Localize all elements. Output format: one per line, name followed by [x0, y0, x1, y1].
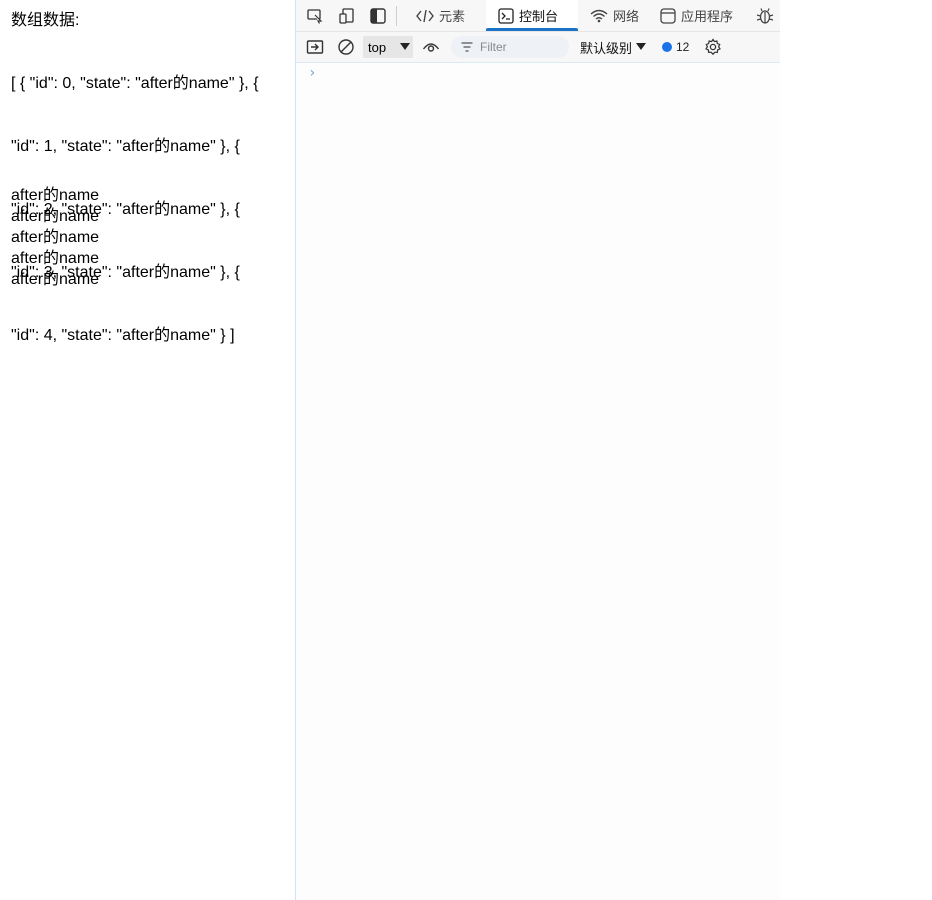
wifi-icon [590, 9, 608, 22]
tab-separator [396, 6, 397, 26]
tab-console[interactable]: 控制台 [486, 0, 578, 31]
list-item: after的name [11, 250, 100, 267]
json-line: [ { "id": 0, "state": "after的name" }, { [11, 75, 259, 92]
filter-input[interactable] [480, 40, 560, 54]
tab-network-label: 网络 [613, 9, 640, 24]
context-select[interactable]: top [363, 36, 413, 58]
list-item: after的name [11, 271, 100, 288]
console-prompt[interactable]: › [308, 65, 316, 81]
live-expression-eye-icon[interactable] [422, 38, 440, 56]
issues-count: 12 [676, 40, 690, 54]
context-select-value: top [368, 39, 387, 55]
issue-message-icon [662, 42, 672, 52]
log-levels-label: 默认级别 [580, 40, 633, 56]
filter-icon [461, 42, 473, 52]
tab-network[interactable]: 网络 [586, 0, 643, 31]
json-line: "id": 4, "state": "after的name" } ] [11, 327, 235, 344]
log-levels-dropdown[interactable]: 默认级别 [580, 36, 647, 58]
clear-console-icon[interactable] [337, 38, 355, 56]
issues-counter[interactable]: 12 [662, 36, 689, 58]
page-heading: 数组数据: [11, 12, 80, 29]
console-toolbar: top 默认级别 12 [296, 32, 780, 63]
filter-input-wrapper[interactable] [451, 36, 569, 58]
tab-application-label: 应用程序 [681, 9, 734, 24]
json-line: "id": 1, "state": "after的name" }, { [11, 138, 240, 155]
dock-side-icon[interactable] [369, 7, 387, 25]
page-content: 数组数据: [ { "id": 0, "state": "after的name"… [0, 0, 295, 900]
tab-elements[interactable]: 元素 [408, 0, 473, 31]
list-item: after的name [11, 187, 100, 204]
name-list: after的name after的name after的name after的n… [11, 185, 99, 290]
tab-elements-label: 元素 [439, 9, 466, 24]
inspect-element-icon[interactable] [306, 7, 324, 25]
console-icon [498, 7, 514, 24]
list-item: after的name [11, 208, 100, 225]
caret-down-icon [400, 43, 411, 50]
devtools-tabbar: 元素 控制台 网络 应用程序 [296, 0, 780, 32]
settings-gear-icon[interactable] [704, 38, 722, 56]
bug-icon[interactable] [756, 7, 774, 25]
code-icon [416, 9, 434, 22]
devtools-panel: 元素 控制台 网络 应用程序 top Filter 默认级别 12 › [295, 0, 780, 900]
list-item: after的name [11, 229, 100, 246]
tab-application[interactable]: 应用程序 [656, 0, 737, 31]
device-emulation-icon[interactable] [338, 7, 356, 25]
tab-console-label: 控制台 [519, 9, 559, 24]
caret-down-icon [636, 43, 647, 50]
application-icon [660, 7, 676, 24]
sidebar-toggle-icon[interactable] [306, 38, 324, 56]
